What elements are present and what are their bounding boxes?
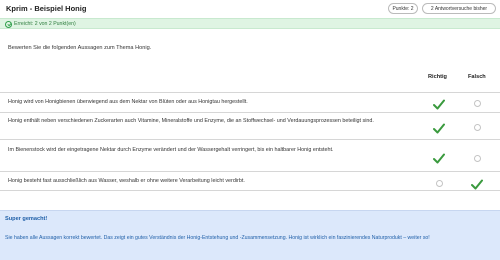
column-header-richtig: Richtig [428,74,447,80]
statement-row: Honig wird von Honigbienen überwiegend a… [0,92,500,112]
feedback-text: Sie haben alle Aussagen korrekt bewertet… [5,235,430,241]
feedback-panel: Super gemacht! Sie haben alle Aussagen k… [0,210,500,260]
selected-richtig-check-icon[interactable] [433,153,445,164]
attempts-badge: 2 Antwortversuche bisher [422,3,496,14]
statement-row: Honig enthält neben verschiedenen Zucker… [0,112,500,139]
feedback-title: Super gemacht! [5,216,48,222]
falsch-radio[interactable] [474,155,481,162]
statement-text: Honig enthält neben verschiedenen Zucker… [8,118,374,124]
score-status-text: Erreicht: 2 von 2 Punkt(en) [14,21,76,27]
header-bar: Kprim - Beispiel Honig Punkte: 2 2 Antwo… [0,0,500,18]
column-header-falsch: Falsch [468,74,486,80]
richtig-radio[interactable] [436,180,443,187]
statement-text: Honig wird von Honigbienen überwiegend a… [8,99,248,105]
score-status-bar: Erreicht: 2 von 2 Punkt(en) [0,18,500,29]
page-title: Kprim - Beispiel Honig [6,4,87,13]
question-text: Bewerten Sie die folgenden Aussagen zum … [8,45,152,51]
statement-text: Im Bienenstock wird der eingetragene Nek… [8,147,334,153]
selected-richtig-check-icon[interactable] [433,99,445,110]
check-circle-icon [5,20,12,28]
falsch-radio[interactable] [474,100,481,107]
statement-row: Honig besteht fast ausschließlich aus Wa… [0,171,500,191]
points-badge: Punkte: 2 [388,3,418,14]
statement-row: Im Bienenstock wird der eingetragene Nek… [0,139,500,171]
selected-falsch-check-icon[interactable] [471,179,483,190]
selected-richtig-check-icon[interactable] [433,123,445,134]
statement-text: Honig besteht fast ausschließlich aus Wa… [8,178,245,184]
falsch-radio[interactable] [474,124,481,131]
